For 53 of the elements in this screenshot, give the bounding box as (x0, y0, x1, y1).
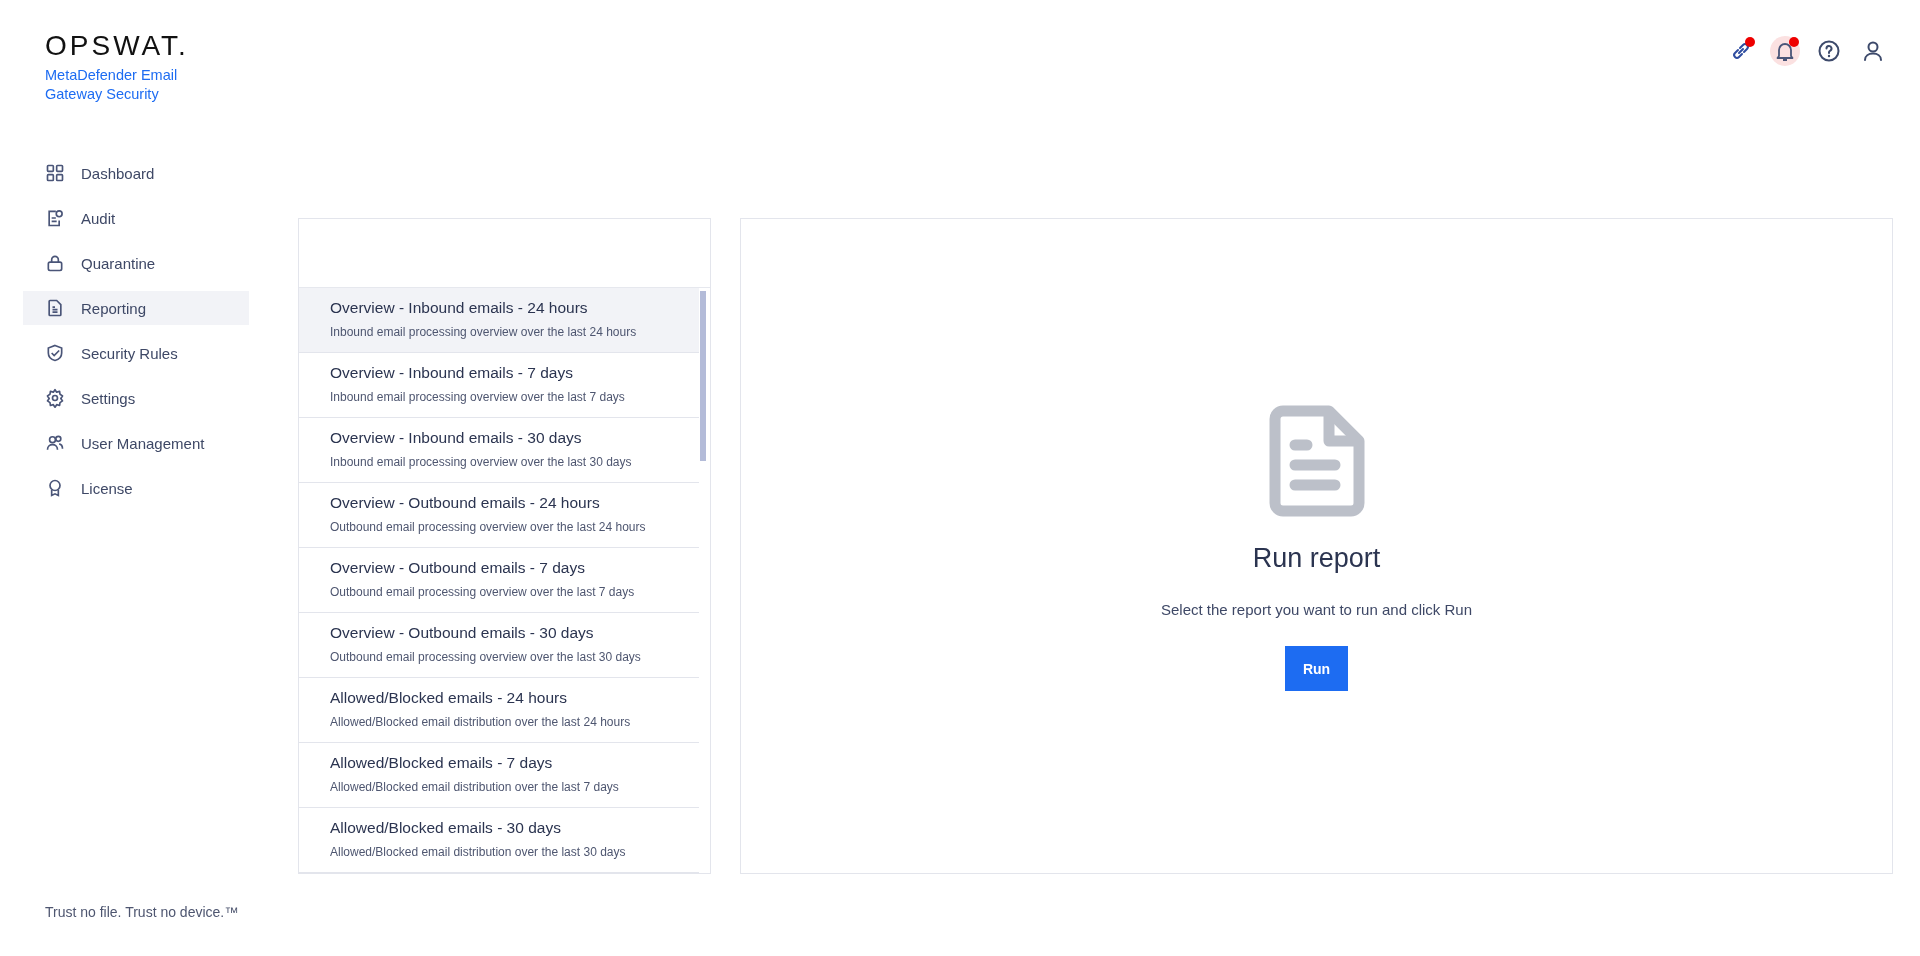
document-icon (1268, 405, 1365, 517)
grid-icon (45, 163, 65, 183)
report-description: Inbound email processing overview over the last 30 days (330, 455, 632, 469)
report-description: Outbound email processing overview over the last 30 days (330, 650, 641, 664)
report-description: Allowed/Blocked email distribution over the last 7 days (330, 780, 619, 794)
report-item[interactable]: Overview - Outbound emails - 30 days Outbound email processing overview over the last 30 days (299, 613, 699, 678)
scrollbar[interactable] (700, 291, 706, 461)
report-item[interactable]: Allowed/Blocked emails - 7 days Allowed/Blocked email distribution over the last 7 days (299, 743, 699, 808)
user-icon (1861, 39, 1885, 63)
panel-message: Select the report you want to run and click Run (1161, 601, 1472, 618)
report-item[interactable]: Allowed/Blocked emails - 24 hours Allowed/Blocked email distribution over the last 24 hours (299, 678, 699, 743)
report-description: Outbound email processing overview over the last 7 days (330, 585, 635, 599)
report-item[interactable]: Overview - Inbound emails - 7 days Inbound email processing overview over the last 7 days (299, 353, 699, 418)
sidebar-item[interactable]: User Management (23, 426, 249, 460)
shield-check-icon (45, 343, 65, 363)
sidebar-item[interactable]: Reporting (23, 291, 249, 325)
users-icon (45, 433, 65, 453)
sidebar-item[interactable]: Audit (23, 201, 249, 235)
panel-title: Run report (1252, 543, 1381, 574)
report-description: Inbound email processing overview over the last 24 hours (330, 325, 637, 339)
document-icon (45, 298, 65, 318)
sidebar-item[interactable]: Dashboard (23, 156, 249, 190)
logo: OPSWAT. (45, 32, 189, 60)
report-description: Inbound email processing overview over the last 7 days (330, 390, 625, 404)
run-button[interactable]: Run (1285, 646, 1348, 691)
report-description: Allowed/Blocked email distribution over the last 30 days (330, 845, 626, 859)
settings-icon (45, 388, 65, 408)
icon-button[interactable] (1770, 36, 1800, 66)
report-title: Overview - Outbound emails - 24 hours (330, 494, 600, 512)
tagline: Trust no file. Trust no device.™ (45, 904, 239, 920)
report-title: Overview - Inbound emails - 30 days (330, 429, 582, 447)
report-title: Allowed/Blocked emails - 30 days (330, 819, 561, 837)
sidebar-item[interactable]: Settings (23, 381, 249, 415)
report-item[interactable]: Overview - Inbound emails - 30 days Inbound email processing overview over the last 30 days (299, 418, 699, 483)
report-title: Overview - Outbound emails - 30 days (330, 624, 594, 642)
report-title: Overview - Inbound emails - 7 days (330, 364, 573, 382)
report-title: Overview - Outbound emails - 7 days (330, 559, 585, 577)
sidebar-item[interactable]: Security Rules (23, 336, 249, 370)
report-item[interactable]: Allowed/Blocked emails - 30 days Allowed/Blocked email distribution over the last 30 days (299, 808, 699, 873)
report-description: Outbound email processing overview over the last 24 hours (330, 520, 646, 534)
report-description: Allowed/Blocked email distribution over the last 24 hours (330, 715, 631, 729)
report-title: Allowed/Blocked emails - 24 hours (330, 689, 567, 707)
sidebar-item[interactable]: License (23, 471, 249, 505)
report-title: Allowed/Blocked emails - 7 days (330, 754, 553, 772)
report-item[interactable]: Overview - Inbound emails - 24 hours Inbound email processing overview over the last 24 hours (299, 288, 699, 353)
report-item[interactable]: Overview - Outbound emails - 24 hours Outbound email processing overview over the last 24 hours (299, 483, 699, 548)
report-item[interactable]: Overview - Outbound emails - 7 days Outbound email processing overview over the last 7 days (299, 548, 699, 613)
product-name: MetaDefender Email Gateway Security (45, 66, 179, 104)
document-search-icon (45, 208, 65, 228)
sidebar-item[interactable]: Quarantine (23, 246, 249, 280)
lock-icon (45, 253, 65, 273)
report-title: Overview - Inbound emails - 24 hours (330, 299, 588, 317)
help-icon (1817, 39, 1841, 63)
